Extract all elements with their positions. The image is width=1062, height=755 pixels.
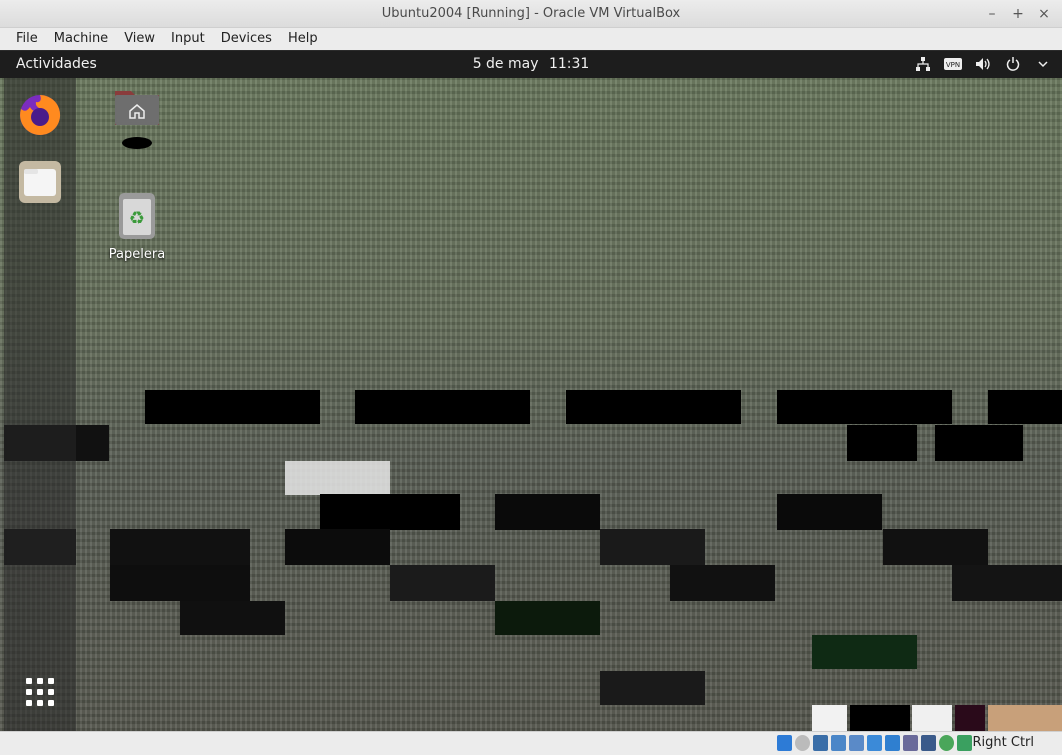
menu-devices[interactable]: Devices — [213, 28, 280, 50]
glitch-block — [812, 635, 917, 669]
clock[interactable]: 5 de may 11:31 — [0, 56, 1062, 72]
dropdown-icon[interactable] — [1034, 55, 1052, 73]
glitch-block — [600, 671, 705, 705]
glitch-block — [988, 705, 1062, 731]
glitch-block — [110, 565, 250, 601]
glitch-block — [952, 565, 1062, 601]
window-title: Ubuntu2004 [Running] - Oracle VM Virtual… — [381, 6, 681, 21]
glitch-block — [566, 390, 741, 424]
svg-text:♻: ♻ — [129, 208, 145, 229]
host-key-label[interactable]: Right Ctrl — [973, 735, 1035, 750]
shared-folder-icon[interactable] — [867, 735, 882, 751]
glitch-block — [320, 494, 460, 530]
glitch-block — [883, 529, 988, 565]
close-button[interactable]: × — [1038, 4, 1050, 24]
menu-bar: File Machine View Input Devices Help — [0, 28, 1062, 50]
usb-icon[interactable] — [849, 735, 864, 751]
glitch-block — [850, 705, 910, 731]
menu-input[interactable]: Input — [163, 28, 213, 50]
vm-display[interactable]: Actividades 5 de may 11:31 VPN ♻ Papeler… — [0, 51, 1062, 731]
keyboard-icon[interactable] — [957, 735, 972, 751]
show-apps-icon[interactable] — [16, 668, 64, 716]
glitch-block — [110, 529, 250, 565]
status-bar: Right Ctrl — [0, 731, 1062, 755]
glitch-block — [847, 425, 917, 461]
mouse-integration-icon[interactable] — [939, 735, 954, 751]
ubuntu-dock — [4, 78, 76, 731]
menu-help[interactable]: Help — [280, 28, 326, 50]
home-folder-shortcut[interactable] — [105, 85, 169, 149]
glitch-block — [912, 705, 952, 731]
menu-view[interactable]: View — [116, 28, 163, 50]
glitch-block — [285, 461, 390, 495]
menu-machine[interactable]: Machine — [46, 28, 116, 50]
audio-icon[interactable] — [813, 735, 828, 751]
glitch-block — [777, 390, 952, 424]
maximize-button[interactable]: + — [1012, 4, 1024, 24]
glitch-block — [180, 601, 285, 635]
menu-file[interactable]: File — [8, 28, 46, 50]
firefox-icon[interactable] — [16, 90, 64, 138]
glitch-block — [935, 425, 1023, 461]
window-titlebar[interactable]: Ubuntu2004 [Running] - Oracle VM Virtual… — [0, 0, 1062, 28]
power-icon[interactable] — [1004, 55, 1022, 73]
minimize-button[interactable]: – — [986, 4, 998, 24]
clock-date: 5 de may — [472, 56, 539, 72]
glitch-block — [955, 705, 985, 731]
files-icon[interactable] — [16, 158, 64, 206]
glitch-block — [777, 494, 882, 530]
glitch-block — [600, 529, 705, 565]
network-icon[interactable] — [831, 735, 846, 751]
glitch-block — [495, 494, 600, 530]
system-tray[interactable]: VPN — [914, 55, 1052, 73]
clock-time: 11:31 — [548, 56, 590, 72]
glitch-block — [145, 390, 320, 424]
ubuntu-top-bar: Actividades 5 de may 11:31 VPN — [0, 51, 1062, 78]
home-folder-icon — [115, 91, 159, 125]
cpu-icon[interactable] — [921, 735, 936, 751]
glitch-block — [988, 390, 1062, 424]
trash-label: Papelera — [108, 247, 166, 262]
network-icon[interactable] — [914, 55, 932, 73]
vpn-icon[interactable]: VPN — [944, 55, 962, 73]
glitch-block — [390, 565, 495, 601]
glitch-block — [812, 705, 847, 731]
glitch-block — [285, 529, 390, 565]
trash-shortcut[interactable]: ♻ Papelera — [105, 193, 169, 262]
glitch-block — [495, 601, 600, 635]
display-icon[interactable] — [885, 735, 900, 751]
volume-icon[interactable] — [974, 55, 992, 73]
recording-icon[interactable] — [903, 735, 918, 751]
glitch-block — [355, 390, 530, 424]
svg-text:VPN: VPN — [946, 61, 960, 69]
glitch-block — [670, 565, 775, 601]
hard-disk-icon[interactable] — [777, 735, 792, 751]
trash-icon: ♻ — [119, 193, 155, 239]
optical-drive-icon[interactable] — [795, 735, 810, 751]
